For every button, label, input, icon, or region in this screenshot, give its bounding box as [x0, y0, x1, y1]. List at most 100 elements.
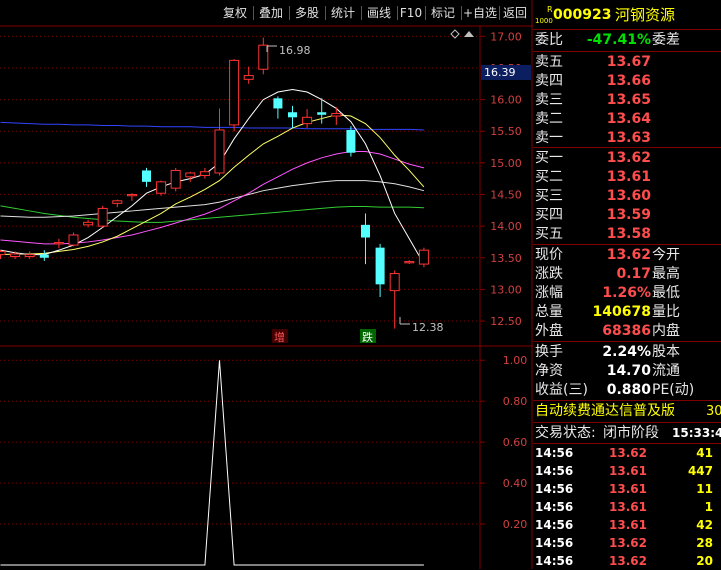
kline-chart[interactable]: 17.0016.5016.0015.5015.0014.5014.0013.50…	[0, 0, 533, 569]
indicator-tick-label: 1.00	[503, 354, 528, 367]
panel-divider-line	[533, 29, 721, 30]
decrease-badge: 跌	[362, 330, 373, 344]
candle-body	[346, 129, 356, 153]
bid-level-label: 买二	[535, 169, 563, 185]
trade-time: 14:56	[535, 554, 574, 568]
fundamental-row-label: 换手	[535, 344, 563, 360]
candle	[243, 66, 254, 84]
fundamental-row-label2: 流通	[652, 363, 680, 379]
stat-row-value: 1.26%	[602, 285, 651, 301]
candle-body	[0, 250, 6, 256]
increase-badge: 增	[274, 330, 285, 344]
ask-level-label: 卖一	[535, 130, 563, 146]
trade-row: 14:56 13.61 447	[533, 462, 721, 480]
trade-price: 13.62	[609, 536, 647, 550]
candle-body	[317, 112, 327, 115]
bid-level: 买四 13.59	[533, 206, 721, 225]
fundamental-row-label: 收益(三)	[535, 382, 588, 398]
stat-row-label2: 量比	[652, 304, 680, 320]
bid-level-label: 买三	[535, 188, 563, 204]
price-tick-label: 14.00	[490, 220, 522, 233]
price-tick-label: 16.00	[490, 94, 522, 107]
fundamental-row-value: 2.24%	[602, 344, 651, 360]
trading-status-row: 交易状态: 闭市阶段 15:33:4	[533, 424, 721, 443]
trade-price: 13.61	[609, 518, 647, 532]
candle	[214, 108, 225, 176]
bid-level: 买一 13.62	[533, 149, 721, 168]
indicator-tick-label: 0.40	[503, 477, 528, 490]
bid-level-label: 买四	[535, 207, 563, 223]
fundamental-row-label2: PE(动)	[652, 382, 695, 398]
fundamental-row-label2: 股本	[652, 344, 680, 360]
price-tick-label: 15.00	[490, 157, 522, 170]
candle	[389, 270, 400, 329]
trade-time: 14:56	[535, 464, 574, 478]
bid-level: 买二 13.61	[533, 168, 721, 187]
candle	[418, 247, 429, 268]
candle-body	[418, 249, 429, 265]
high-price-label: 16.98	[279, 44, 311, 57]
indicator-grid	[0, 359, 480, 525]
candle	[126, 193, 137, 201]
chevron-up-icon[interactable]	[464, 31, 474, 37]
trade-row: 14:56 13.61 42	[533, 516, 721, 534]
fundamental-row: 收益(三) 0.880 PE(动)	[533, 381, 721, 400]
candlesticks	[0, 37, 429, 329]
price-tick-label: 15.50	[490, 125, 522, 138]
candle-body	[214, 129, 225, 174]
status-value: 闭市阶段	[603, 425, 659, 441]
candle	[288, 105, 297, 129]
trade-volume: 20	[696, 554, 713, 568]
indicator-tick-label: 0.20	[503, 518, 528, 531]
fundamental-row-label: 净资	[535, 363, 563, 379]
ma5-line	[0, 88, 425, 265]
panel-divider-line	[533, 244, 721, 245]
candle-body	[156, 181, 167, 194]
bid-level-value: 13.59	[606, 207, 651, 223]
ask-level: 卖三 13.65	[533, 91, 721, 110]
candle-body	[170, 169, 181, 189]
stat-row-label2: 最高	[652, 266, 680, 282]
price-tick-label: 13.50	[490, 252, 522, 265]
candle-body	[375, 247, 385, 285]
bid-level-value: 13.61	[606, 169, 651, 185]
candle	[273, 96, 283, 119]
ask-level: 卖二 13.64	[533, 110, 721, 129]
ask-level: 卖四 13.66	[533, 72, 721, 91]
candle-body	[97, 207, 108, 227]
candle-body	[10, 253, 21, 257]
candle	[361, 213, 370, 265]
ask-level-label: 卖四	[535, 73, 563, 89]
fundamental-row: 换手 2.24% 股本	[533, 343, 721, 362]
panel-divider-line	[533, 341, 721, 342]
candle-body	[53, 242, 64, 245]
bid-level-value: 13.62	[606, 150, 651, 166]
bid-level: 买三 13.60	[533, 187, 721, 206]
candle-body	[361, 224, 370, 238]
candle	[331, 107, 342, 125]
stat-row-label: 涨跌	[535, 266, 563, 282]
stat-row-label: 总量	[535, 304, 563, 320]
indicator-axis-labels: 1.00 0.80 0.60 0.40 0.20	[480, 354, 527, 531]
stat-row-value: 140678	[592, 304, 651, 320]
candle-body	[331, 113, 342, 117]
trade-volume: 447	[687, 464, 713, 478]
quote-panel: R 1000 000923 河钢资源 委比 -47.41% 委差 卖五 13.67…	[533, 0, 721, 569]
scroll-banner[interactable]: 自动续费通达信普及版 30	[533, 402, 721, 422]
stat-row-label: 现价	[535, 247, 563, 263]
price-tick-label: 13.00	[490, 283, 522, 296]
fundamental-row: 净资 14.70 流通	[533, 362, 721, 381]
candle	[142, 167, 151, 187]
trade-row: 14:56 13.61 11	[533, 480, 721, 498]
candle-body	[83, 221, 94, 226]
stat-row-label2: 最低	[652, 285, 680, 301]
stat-row-label: 涨幅	[535, 285, 563, 301]
trade-price: 13.61	[609, 464, 647, 478]
moving-average-lines	[0, 88, 425, 265]
candle	[112, 199, 123, 208]
indicator-tick-label: 0.60	[503, 436, 528, 449]
candle-body	[273, 98, 283, 109]
price-tick-label: 12.50	[490, 315, 522, 328]
candle-body	[389, 273, 400, 292]
scroll-banner-tail: 30	[706, 404, 721, 419]
